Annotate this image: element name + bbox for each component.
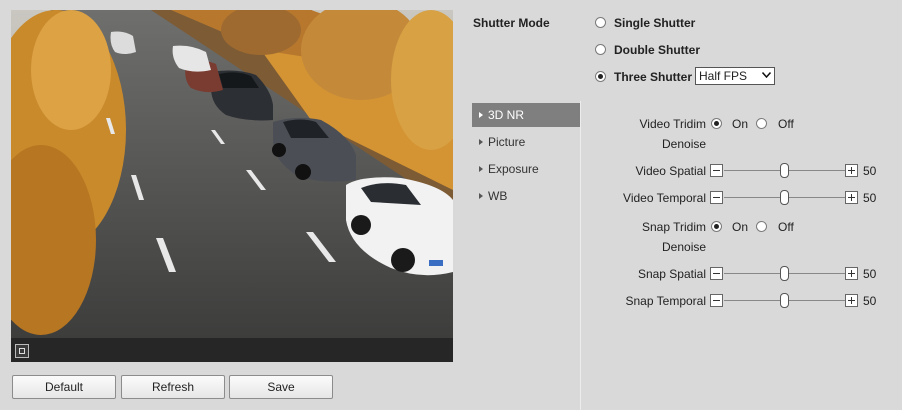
menu-item-label: WB <box>488 189 508 203</box>
caret-right-icon <box>479 166 483 172</box>
increase-button[interactable] <box>845 191 858 204</box>
menu-item-label: Picture <box>488 135 526 149</box>
default-button[interactable]: Default <box>12 375 116 399</box>
three-shutter-radio[interactable] <box>595 71 606 82</box>
menu-item-3d-nr[interactable]: 3D NR <box>472 103 580 127</box>
slider-thumb[interactable] <box>780 266 789 281</box>
snap-tridim-off-label: Off <box>778 220 794 234</box>
single-shutter-radio[interactable] <box>595 17 606 28</box>
video-spatial-label: Video Spatial <box>635 164 707 178</box>
video-temporal-label: Video Temporal <box>623 191 706 205</box>
menu-item-wb[interactable]: WB <box>472 184 580 208</box>
video-preview[interactable] <box>11 10 453 362</box>
menu-item-label: Exposure <box>488 162 539 176</box>
video-spatial-slider[interactable]: 50 <box>710 162 880 180</box>
decrease-button[interactable] <box>710 191 723 204</box>
slider-value: 50 <box>863 164 877 178</box>
fps-select[interactable]: Half FPS <box>695 67 775 85</box>
slider-thumb[interactable] <box>780 163 789 178</box>
single-shutter-label: Single Shutter <box>614 16 696 30</box>
increase-button[interactable] <box>845 294 858 307</box>
preview-toolbar <box>11 338 453 362</box>
slider-value: 50 <box>863 191 877 205</box>
fullscreen-icon[interactable] <box>15 344 29 358</box>
video-tridim-on-label: On <box>732 117 749 131</box>
refresh-button[interactable]: Refresh <box>121 375 225 399</box>
fps-select-value: Half FPS <box>699 69 748 83</box>
caret-right-icon <box>479 112 483 118</box>
chevron-down-icon <box>762 72 771 78</box>
double-shutter-label: Double Shutter <box>614 43 700 57</box>
slider-value: 50 <box>863 267 877 281</box>
save-button[interactable]: Save <box>229 375 333 399</box>
caret-right-icon <box>479 193 483 199</box>
decrease-button[interactable] <box>710 294 723 307</box>
video-temporal-slider[interactable]: 50 <box>710 189 880 207</box>
decrease-button[interactable] <box>710 164 723 177</box>
menu-item-exposure[interactable]: Exposure <box>472 157 580 181</box>
increase-button[interactable] <box>845 267 858 280</box>
three-shutter-label: Three Shutter <box>614 70 693 84</box>
increase-button[interactable] <box>845 164 858 177</box>
side-menu: 3D NR Picture Exposure WB <box>472 101 581 410</box>
double-shutter-radio[interactable] <box>595 44 606 55</box>
video-tridim-on-radio[interactable] <box>711 118 722 129</box>
shutter-mode-label: Shutter Mode <box>473 16 550 30</box>
snap-spatial-slider[interactable]: 50 <box>710 265 880 283</box>
menu-item-label: 3D NR <box>488 108 525 122</box>
menu-item-picture[interactable]: Picture <box>472 130 580 154</box>
slider-thumb[interactable] <box>780 190 789 205</box>
snap-temporal-slider[interactable]: 50 <box>710 292 880 310</box>
video-tridim-label: Video Tridim <box>639 117 706 131</box>
snap-tridim-on-label: On <box>732 220 749 234</box>
camera-image <box>11 10 453 338</box>
snap-tridim-label-denoise: Denoise <box>662 240 707 254</box>
slider-thumb[interactable] <box>780 293 789 308</box>
caret-right-icon <box>479 139 483 145</box>
snap-temporal-label: Snap Temporal <box>625 294 707 308</box>
snap-tridim-off-radio[interactable] <box>756 221 767 232</box>
video-tridim-off-radio[interactable] <box>756 118 767 129</box>
video-tridim-label-denoise: Denoise <box>662 137 707 151</box>
snap-spatial-label: Snap Spatial <box>637 267 706 281</box>
snap-tridim-label: Snap Tridim <box>641 220 706 234</box>
video-tridim-off-label: Off <box>778 117 794 131</box>
decrease-button[interactable] <box>710 267 723 280</box>
slider-value: 50 <box>863 294 877 308</box>
snap-tridim-on-radio[interactable] <box>711 221 722 232</box>
